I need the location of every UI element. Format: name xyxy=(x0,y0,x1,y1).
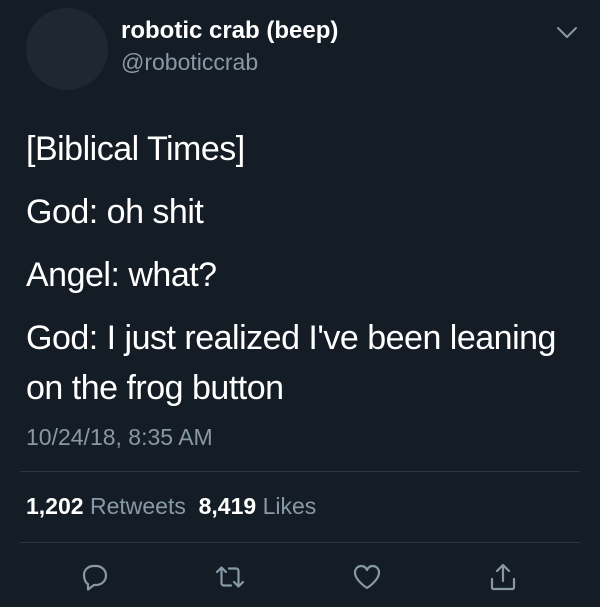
tweet-text-line: [Biblical Times] xyxy=(26,130,245,168)
likes-stat[interactable]: 8,419 Likes xyxy=(199,493,317,519)
tweet-stats: 1,202 Retweets 8,419 Likes xyxy=(26,493,316,520)
tweet-text-line: God: oh shit xyxy=(26,193,204,231)
avatar[interactable] xyxy=(26,8,108,90)
like-icon[interactable] xyxy=(351,561,383,593)
share-icon[interactable] xyxy=(487,561,519,593)
chevron-down-icon[interactable] xyxy=(556,26,578,40)
tweet-timestamp[interactable]: 10/24/18, 8:35 AM xyxy=(26,424,213,451)
tweet-text-line: on the frog button xyxy=(26,369,284,407)
author-display-name[interactable]: robotic crab (beep) xyxy=(121,17,338,45)
retweets-stat[interactable]: 1,202 Retweets xyxy=(26,493,186,519)
divider xyxy=(20,542,580,543)
retweets-label: Retweets xyxy=(89,493,186,519)
reply-icon[interactable] xyxy=(79,561,111,593)
retweets-count: 1,202 xyxy=(26,493,84,519)
divider xyxy=(20,471,580,472)
tweet: robotic crab (beep) @roboticcrab [Biblic… xyxy=(0,0,600,607)
author-handle[interactable]: @roboticcrab xyxy=(121,49,258,76)
tweet-text-line: Angel: what? xyxy=(26,256,217,294)
likes-count: 8,419 xyxy=(198,493,257,519)
tweet-text-line: God: I just realized I've been leaning xyxy=(26,319,556,357)
retweet-icon[interactable] xyxy=(214,561,246,593)
likes-label: Likes xyxy=(262,493,317,519)
